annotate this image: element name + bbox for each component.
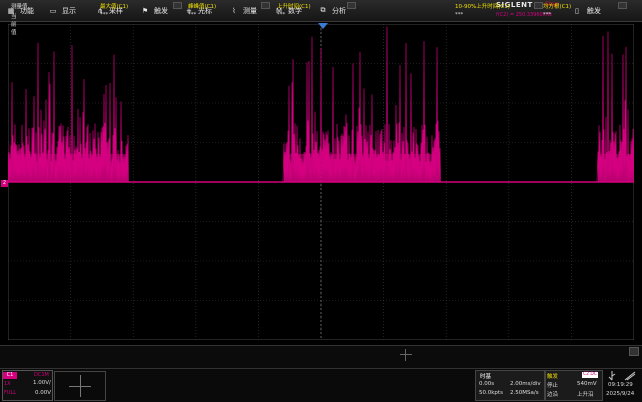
measurement-label: 峰峰值(C1) [188,4,217,10]
trigger-type: 边沿 [547,392,559,398]
measurement-value: *** [188,12,197,18]
channel1-probe: 1X [4,381,11,387]
close-icon[interactable] [534,2,543,9]
measurement-item[interactable]: 峰峰值(C1) *** [188,0,270,22]
network-icon [624,371,636,381]
close-icon[interactable] [173,2,182,9]
measurement-value: *** [455,12,464,18]
timebase-delay: 0.00s [479,381,495,387]
measurement-value: *** [543,12,552,18]
measurement-value: *** [277,12,286,18]
measurement-label: 10-90%上升时间(C1) [455,4,510,10]
timebase-title: 时基 [480,374,492,380]
measurement-item[interactable]: 最大值(C1) *** [100,0,182,22]
trigger-source: C2 DC [582,372,598,378]
channel1-coupling: DC1M [34,372,49,378]
display-icon: ▭ [49,6,57,15]
menu-display[interactable]: ▭ 显示 [48,0,76,21]
measurement-item[interactable]: 均方根(C1) *** [543,0,627,22]
measurement-title: 测量值 [11,4,28,10]
clock-time: 09:19:29 [608,382,633,388]
measurement-item[interactable]: 10-90%上升时间(C1) *** [455,0,543,22]
trigger-mode: 停止 [547,383,559,389]
trigger-slope: 上升沿 [577,392,594,398]
measurement-value: *** [100,12,109,18]
timebase-memory: 50.0kpts [479,390,503,396]
scroll-measurement-button[interactable] [629,347,639,356]
clock-date: 2025/9/24 [606,391,635,397]
channel2-ground-marker[interactable]: 2 [1,180,8,187]
channel1-bandwidth: FULL [4,390,17,396]
channel-add-area[interactable] [54,371,106,401]
waveform-display[interactable] [8,24,634,340]
measurement-item[interactable]: 上升时间(C1) *** [277,0,357,22]
usb-icon [608,371,616,381]
close-icon[interactable] [618,2,627,9]
channel1-scale: 1.00V/ [33,380,51,386]
measurement-bar [0,345,642,368]
trigger-position-marker[interactable] [318,23,328,30]
measurement-label: 最大值(C1) [100,4,129,10]
clock-area: 09:19:29 2025/9/24 [604,370,640,399]
measurement-label: 均方根(C1) [543,4,572,10]
channel1-offset: 0.00V [35,390,52,396]
timebase-sample-rate: 2.50MSa/s [510,390,539,396]
close-icon[interactable] [347,2,356,9]
channel2-marker-label: 2 [2,180,7,186]
channel1-tag[interactable]: C1 [3,372,17,379]
timebase-scale: 2.00ms/div [510,381,541,387]
trigger-level: 540mV [577,381,597,387]
trigger-title: 触发 [547,374,559,380]
add-measurement-icon[interactable] [400,349,412,361]
measurement-label: 上升时间(C1) [277,4,311,10]
close-icon[interactable] [261,2,270,9]
measurement-current-label: 当前值 [11,14,17,36]
menu-display-label: 显示 [62,6,76,15]
